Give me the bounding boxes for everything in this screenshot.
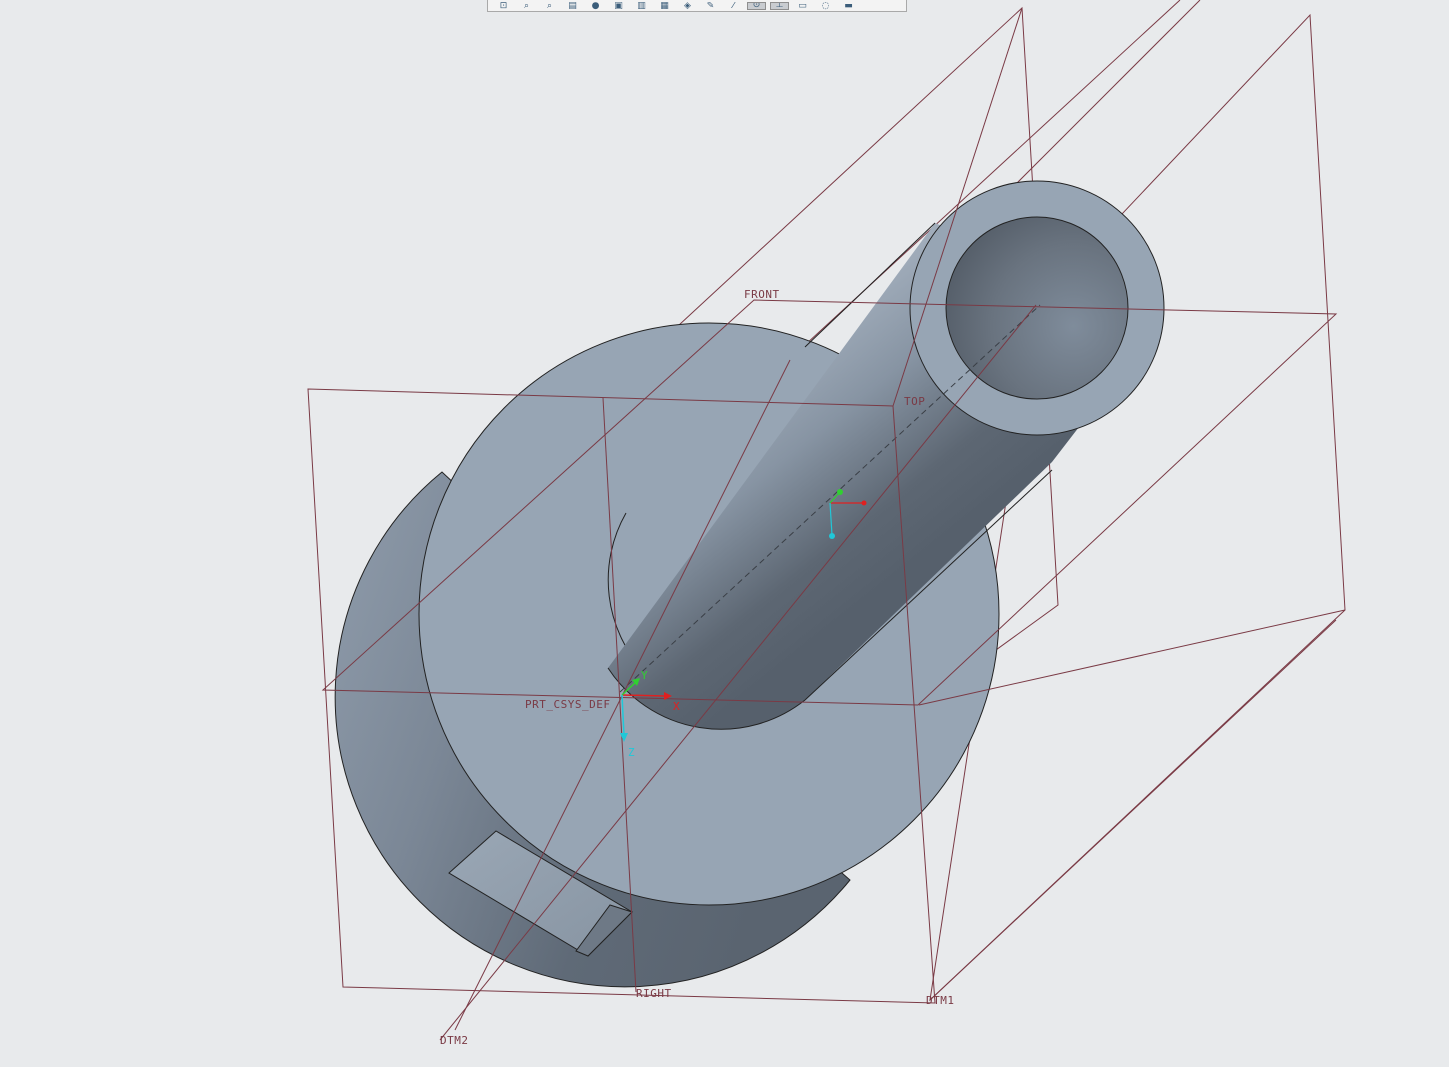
csys-label[interactable]: PRT_CSYS_DEF	[525, 698, 610, 711]
part-model[interactable]	[334, 180, 1165, 988]
datum-label-top[interactable]: TOP	[904, 395, 925, 408]
datum-label-dtm1[interactable]: DTM1	[926, 994, 955, 1007]
datum-label-right[interactable]: RIGHT	[636, 987, 672, 1000]
datum-label-dtm2[interactable]: DTM2	[440, 1034, 469, 1047]
csys-z-label: Z	[628, 746, 635, 759]
datum-label-front[interactable]: FRONT	[744, 288, 780, 301]
csys-x-label: X	[673, 700, 680, 713]
csys-y-label: Y	[641, 669, 648, 682]
model-viewport[interactable]: FRONT TOP RIGHT DTM1 DTM2 PRT_CSYS_DEF X…	[0, 0, 1449, 1067]
